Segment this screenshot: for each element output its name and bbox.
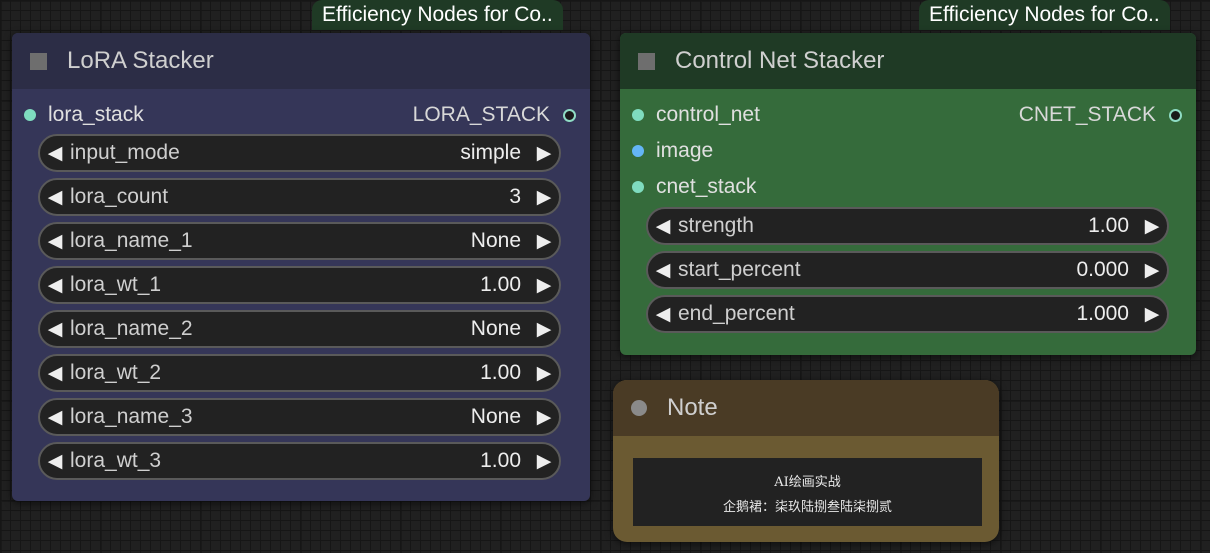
output-slot-dot-icon[interactable] bbox=[1169, 109, 1182, 122]
collapse-toggle-icon[interactable] bbox=[638, 52, 655, 70]
decrement-arrow-icon[interactable]: ◀ bbox=[40, 230, 70, 253]
note-node[interactable]: Note AI绘画实战 企鹅裙：柒玖陆捌叁陆柒捌贰 bbox=[613, 380, 999, 542]
input-slot-label: lora_stack bbox=[48, 103, 144, 126]
note-node-header[interactable]: Note bbox=[613, 380, 999, 436]
cnet-node-badge: Efficiency Nodes for Co.. bbox=[919, 0, 1170, 30]
increment-arrow-icon[interactable]: ▶ bbox=[529, 186, 559, 209]
widget-value[interactable]: 1.00 bbox=[480, 361, 521, 385]
widget-label: lora_name_3 bbox=[70, 405, 193, 428]
widget-label: lora_count bbox=[70, 185, 169, 208]
output-slot-label: LORA_STACK bbox=[412, 103, 550, 126]
widget-value[interactable]: 0.000 bbox=[1076, 258, 1129, 282]
decrement-arrow-icon[interactable]: ◀ bbox=[648, 303, 678, 326]
increment-arrow-icon[interactable]: ▶ bbox=[529, 142, 559, 165]
increment-arrow-icon[interactable]: ▶ bbox=[529, 362, 559, 385]
control-net-slot-row: control_net CNET_STACK bbox=[620, 97, 1196, 133]
widget-value[interactable]: 1.000 bbox=[1076, 302, 1129, 326]
decrement-arrow-icon[interactable]: ◀ bbox=[40, 318, 70, 341]
widget-label: lora_name_2 bbox=[70, 317, 193, 340]
widget-lora-wt-1[interactable]: ◀ lora_wt_1 1.00 ▶ bbox=[38, 266, 561, 304]
widget-value[interactable]: None bbox=[471, 405, 521, 429]
input-slot-label: control_net bbox=[656, 103, 760, 126]
collapse-toggle-icon[interactable] bbox=[30, 52, 47, 70]
decrement-arrow-icon[interactable]: ◀ bbox=[40, 274, 70, 297]
increment-arrow-icon[interactable]: ▶ bbox=[529, 406, 559, 429]
widget-lora-name-2[interactable]: ◀ lora_name_2 None ▶ bbox=[38, 310, 561, 348]
widget-label: lora_wt_2 bbox=[70, 361, 162, 384]
widget-value[interactable]: 1.00 bbox=[480, 449, 521, 473]
widget-label: end_percent bbox=[678, 302, 795, 325]
decrement-arrow-icon[interactable]: ◀ bbox=[648, 259, 678, 282]
note-text-area[interactable]: AI绘画实战 企鹅裙：柒玖陆捌叁陆柒捌贰 bbox=[633, 458, 982, 526]
widget-label: input_mode bbox=[70, 141, 180, 164]
output-slot-label: CNET_STACK bbox=[1018, 103, 1156, 126]
control-net-stacker-node[interactable]: Control Net Stacker control_net CNET_STA… bbox=[620, 33, 1196, 355]
output-slot-dot-icon[interactable] bbox=[563, 109, 576, 122]
widget-value[interactable]: 1.00 bbox=[1088, 214, 1129, 238]
widget-lora-wt-3[interactable]: ◀ lora_wt_3 1.00 ▶ bbox=[38, 442, 561, 480]
increment-arrow-icon[interactable]: ▶ bbox=[529, 274, 559, 297]
lora-node-badge: Efficiency Nodes for Co.. bbox=[312, 0, 563, 30]
node-title: LoRA Stacker bbox=[67, 47, 214, 74]
widget-end-percent[interactable]: ◀ end_percent 1.000 ▶ bbox=[646, 295, 1169, 333]
cnet-stack-slot-row: cnet_stack bbox=[620, 169, 1196, 205]
cnet-node-header[interactable]: Control Net Stacker bbox=[620, 33, 1196, 89]
widget-label: lora_wt_1 bbox=[70, 273, 162, 296]
node-title: Control Net Stacker bbox=[675, 47, 885, 74]
image-slot-row: image bbox=[620, 133, 1196, 169]
widget-value[interactable]: None bbox=[471, 317, 521, 341]
input-slot-dot-icon[interactable] bbox=[24, 109, 36, 121]
collapse-toggle-icon[interactable] bbox=[631, 400, 647, 416]
widget-value[interactable]: simple bbox=[460, 141, 521, 165]
input-slot-label: cnet_stack bbox=[656, 175, 757, 198]
widget-label: strength bbox=[678, 214, 754, 237]
widget-value[interactable]: 1.00 bbox=[480, 273, 521, 297]
decrement-arrow-icon[interactable]: ◀ bbox=[40, 362, 70, 385]
input-slot-label: image bbox=[656, 139, 714, 162]
increment-arrow-icon[interactable]: ▶ bbox=[529, 318, 559, 341]
widget-lora-count[interactable]: ◀ lora_count 3 ▶ bbox=[38, 178, 561, 216]
widget-label: start_percent bbox=[678, 258, 801, 281]
increment-arrow-icon[interactable]: ▶ bbox=[1137, 259, 1167, 282]
input-slot-dot-icon[interactable] bbox=[632, 145, 644, 157]
note-line: 企鹅裙：柒玖陆捌叁陆柒捌贰 bbox=[722, 500, 892, 515]
widget-label: lora_name_1 bbox=[70, 229, 193, 252]
increment-arrow-icon[interactable]: ▶ bbox=[1137, 303, 1167, 326]
lora-stack-slot-row: lora_stack LORA_STACK bbox=[12, 97, 590, 133]
note-line: AI绘画实战 bbox=[774, 475, 841, 490]
widget-input-mode[interactable]: ◀ input_mode simple ▶ bbox=[38, 134, 561, 172]
widget-lora-name-3[interactable]: ◀ lora_name_3 None ▶ bbox=[38, 398, 561, 436]
decrement-arrow-icon[interactable]: ◀ bbox=[40, 186, 70, 209]
lora-stacker-node[interactable]: LoRA Stacker lora_stack LORA_STACK ◀ inpu… bbox=[12, 33, 590, 501]
decrement-arrow-icon[interactable]: ◀ bbox=[40, 142, 70, 165]
input-slot-dot-icon[interactable] bbox=[632, 109, 644, 121]
decrement-arrow-icon[interactable]: ◀ bbox=[648, 215, 678, 238]
widget-label: lora_wt_3 bbox=[70, 449, 162, 472]
widget-strength[interactable]: ◀ strength 1.00 ▶ bbox=[646, 207, 1169, 245]
input-slot-dot-icon[interactable] bbox=[632, 181, 644, 193]
widget-lora-wt-2[interactable]: ◀ lora_wt_2 1.00 ▶ bbox=[38, 354, 561, 392]
lora-node-header[interactable]: LoRA Stacker bbox=[12, 33, 590, 89]
decrement-arrow-icon[interactable]: ◀ bbox=[40, 450, 70, 473]
node-title: Note bbox=[667, 394, 718, 421]
widget-lora-name-1[interactable]: ◀ lora_name_1 None ▶ bbox=[38, 222, 561, 260]
widget-value[interactable]: 3 bbox=[509, 185, 521, 209]
increment-arrow-icon[interactable]: ▶ bbox=[1137, 215, 1167, 238]
widget-value[interactable]: None bbox=[471, 229, 521, 253]
widget-start-percent[interactable]: ◀ start_percent 0.000 ▶ bbox=[646, 251, 1169, 289]
increment-arrow-icon[interactable]: ▶ bbox=[529, 230, 559, 253]
decrement-arrow-icon[interactable]: ◀ bbox=[40, 406, 70, 429]
increment-arrow-icon[interactable]: ▶ bbox=[529, 450, 559, 473]
